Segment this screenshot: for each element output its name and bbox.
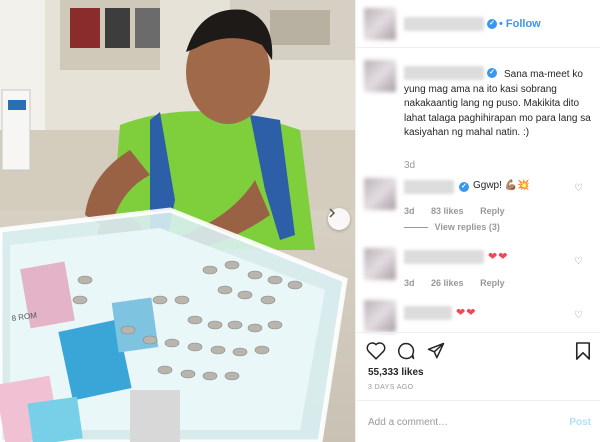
comment-icon[interactable] — [396, 341, 416, 361]
comment-avatar[interactable] — [364, 248, 396, 280]
caption-author-avatar[interactable] — [364, 60, 396, 92]
like-comment-heart-icon[interactable]: ♡ — [574, 183, 583, 194]
comment-likes[interactable]: 83 likes — [431, 206, 464, 216]
comment-text: Ggwp! 💪🏽💥 — [473, 180, 530, 191]
like-comment-heart-icon[interactable]: ♡ — [574, 256, 583, 267]
author-avatar[interactable] — [364, 8, 396, 40]
comment-avatar[interactable] — [364, 300, 396, 332]
comment-likes[interactable]: 26 likes — [431, 278, 464, 288]
comment-time: 3d — [404, 278, 415, 288]
author-name-blurred[interactable] — [404, 17, 484, 31]
comment-meta: 3d 83 likes Reply — [404, 206, 519, 216]
post-header: ✓ • Follow — [356, 0, 600, 48]
action-bar — [356, 332, 600, 368]
follow-button[interactable]: • Follow — [499, 18, 541, 30]
reply-link[interactable]: Reply — [480, 278, 505, 288]
like-comment-heart-icon[interactable]: ♡ — [574, 310, 583, 321]
next-photo-button[interactable] — [328, 208, 350, 230]
caption-timestamp: 3d — [404, 160, 416, 171]
share-icon[interactable] — [426, 341, 446, 361]
comment-author-blurred[interactable] — [404, 180, 454, 194]
comment-meta: 3d 26 likes Reply — [404, 278, 519, 288]
reply-link[interactable]: Reply — [480, 206, 505, 216]
likes-count[interactable]: 55,333 likes — [368, 367, 424, 378]
comment-author-blurred[interactable] — [404, 306, 452, 320]
comment-avatar[interactable] — [364, 178, 396, 210]
view-replies-divider — [404, 227, 428, 229]
comment-input[interactable]: Add a comment… — [368, 417, 448, 428]
bookmark-icon[interactable] — [575, 341, 591, 361]
post-comment-button[interactable]: Post — [569, 417, 591, 428]
view-replies-link[interactable]: View replies (3) — [404, 222, 514, 232]
chevron-right-icon — [329, 208, 336, 218]
comment-time: 3d — [404, 206, 415, 216]
comment-text: ❤❤ — [456, 307, 477, 319]
post-date: 3 DAYS AGO — [368, 384, 414, 391]
photo-illustration: 8 ROM — [0, 0, 355, 442]
verified-icon: ✓ — [487, 19, 497, 29]
comment-author-blurred[interactable] — [404, 250, 484, 264]
view-replies-label[interactable]: View replies (3) — [435, 222, 500, 232]
verified-icon: ✓ — [459, 182, 469, 192]
add-comment-bar: Add a comment… Post — [356, 400, 600, 442]
heart-icon[interactable] — [366, 341, 386, 360]
post-details-panel: ✓ • Follow ✓ Sana ma-meet ko yung mag am… — [355, 0, 600, 442]
post-photo: 8 ROM — [0, 0, 355, 442]
caption-text: Sana ma-meet ko yung mag ama na ito kasi… — [404, 69, 591, 138]
comment-text: ❤❤ — [488, 251, 509, 263]
